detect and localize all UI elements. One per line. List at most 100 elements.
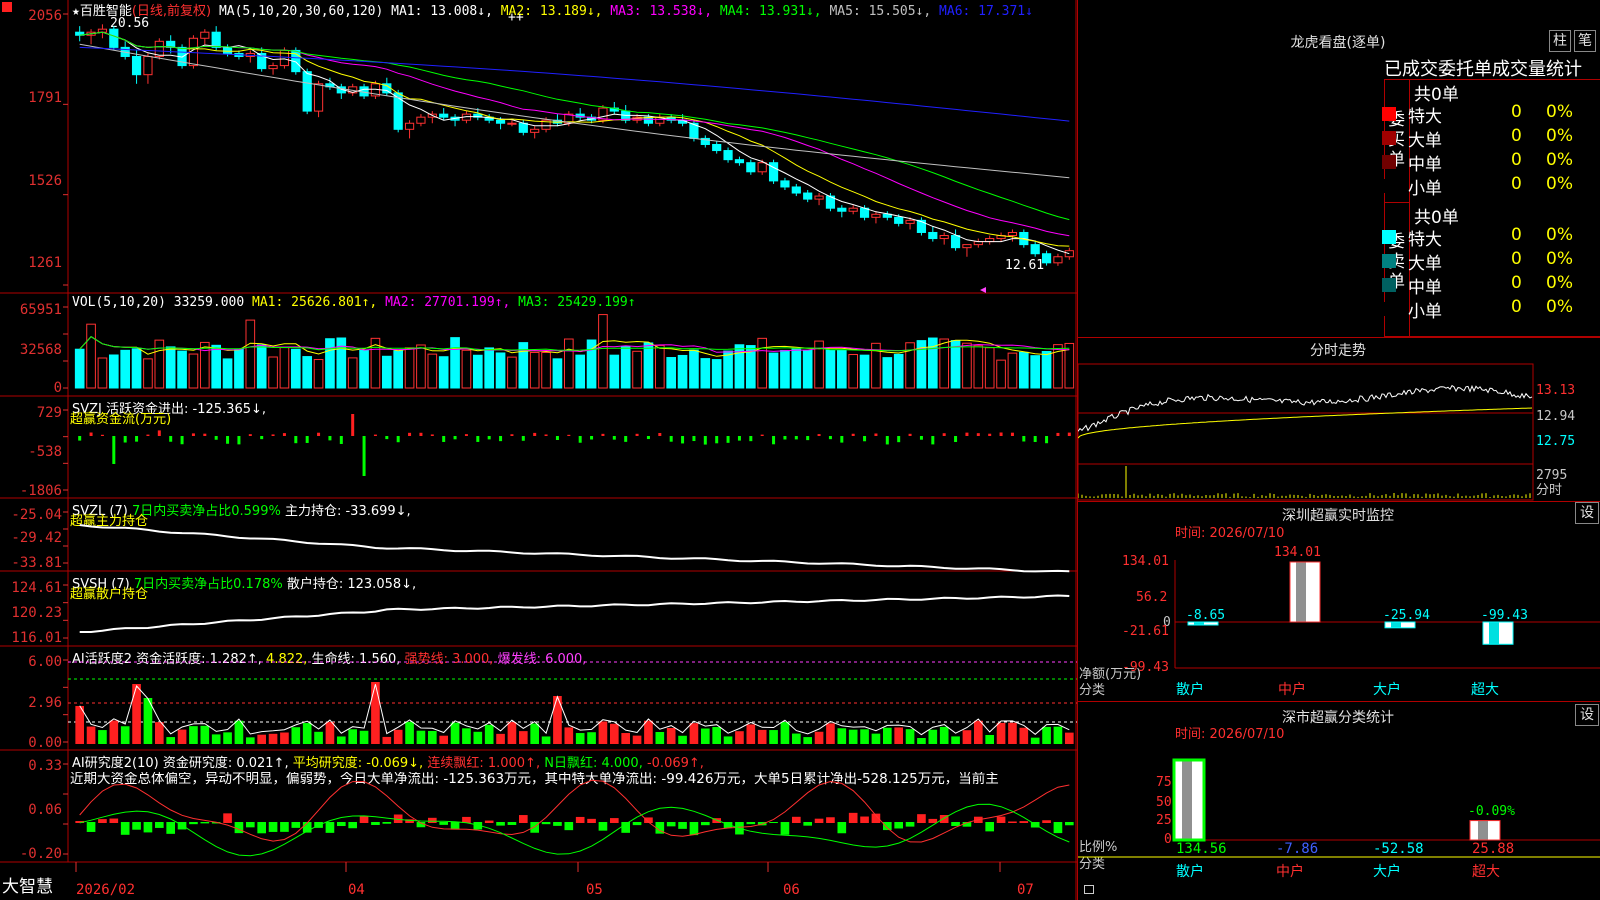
flow-bar [499,436,503,442]
research-bar [496,822,505,826]
volume-bar [575,354,586,389]
activity-bar [791,733,801,744]
flow-bar [863,436,867,442]
volume-bar [791,348,802,389]
flow-bar [294,436,298,444]
candle-body [211,31,221,48]
ma4-line [79,31,1070,221]
classify-bar-shade [1182,760,1192,840]
main-chart-area[interactable]: ★百胜智能(日线,前复权) MA(5,10,20,30,60,120) MA1:… [0,0,1094,900]
activity-bar [917,737,926,744]
flow-bar [612,436,616,440]
research-bar [280,822,289,832]
candle-body [518,122,528,133]
flow-bar [715,436,719,444]
flow-bar [78,436,82,441]
flow-bar [851,433,855,436]
flow-bar [919,436,923,440]
flow-bar [692,436,696,442]
research-bar [951,822,960,826]
volume-bar [507,356,517,389]
candle-body [495,119,506,124]
candle-body [268,65,278,70]
flow-bar [123,436,127,443]
candle-body [734,159,745,164]
flow-bar [169,436,173,442]
activity-bar [336,736,346,744]
volume-bar [438,356,449,389]
research-bar [189,822,198,825]
volume-bar [97,357,108,389]
indicator-charts[interactable] [0,0,1077,900]
candle-body [791,186,801,194]
flow-bar [578,436,582,443]
flow-bar [555,436,559,440]
activity-bar [769,730,778,744]
volume-bar [143,358,153,389]
classify-bar-shade [1478,820,1488,840]
activity-bar [257,734,267,744]
activity-bar [530,723,540,744]
volume-bar [700,358,711,389]
flow-bar [157,430,161,436]
activity-bar [405,721,414,744]
volume-bar [848,354,859,389]
volume-bar [825,349,836,389]
flow-bar [328,436,332,441]
volume-bar [768,352,779,389]
flow-bar [897,436,901,443]
activity-bar [166,737,176,744]
research-bar [86,822,96,832]
flow-bar [601,433,605,436]
volume-bar [381,355,392,389]
activity-bar [393,729,403,744]
candle-body [1041,253,1052,264]
volume-bar [336,337,347,389]
intraday-frame [1078,363,1534,501]
right-panel: 龙虎看盘(逐单) 柱 笔 已成交委托单成交量统计 委买单 委卖单 共0单 共0单… [1077,0,1600,900]
flow-bar [408,432,412,436]
activity-bar [314,731,323,744]
research-bar [689,822,699,836]
candle-body [1064,250,1074,258]
volume-bar [290,348,301,389]
activity-bar [860,729,869,744]
flow-bar [1067,432,1071,436]
research-bar [200,822,210,824]
activity-bar [1030,737,1040,744]
volume-bar [950,340,961,389]
research-bar [484,820,494,823]
research-bar [1042,820,1051,823]
research-bar [348,822,358,829]
volume-bar [643,342,654,389]
research-bar [814,818,824,823]
activity-bar [644,720,653,744]
flow-bar [635,433,639,436]
volume-bar [222,358,233,389]
activity-bar [120,726,130,744]
activity-bar [484,724,494,744]
research-bar [382,822,392,824]
volume-bar [552,358,563,389]
activity-bar [427,730,437,744]
volume-bar [666,357,677,389]
activity-bar [928,729,938,744]
volume-bar [131,348,142,389]
research-bar [257,822,267,834]
right-charts[interactable]: -8.65 -25.94 -99.43 [1078,0,1600,900]
volume-bar [677,354,688,389]
flow-bar [373,434,377,436]
volume-bar [108,354,119,389]
flow-bar [817,434,821,436]
realtime-bar-shade [1489,622,1499,645]
flow-bar [214,436,218,440]
flow-bar [658,432,662,436]
candle-body [1007,231,1018,237]
research-bar [359,816,369,823]
ma6-line [79,46,1070,122]
flow-bar [1045,436,1049,444]
candle-body [916,219,927,233]
activity-bar [280,732,289,744]
activity-bar [462,728,471,744]
flow-bar [772,436,776,445]
